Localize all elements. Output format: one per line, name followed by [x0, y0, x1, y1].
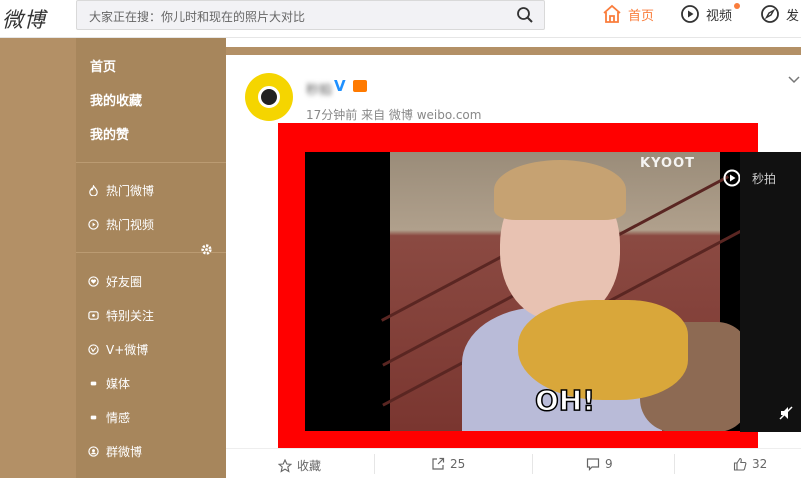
sidebar-item-group-weibo[interactable]: 群微博 [88, 443, 142, 460]
next-video-watermark: 秒拍 [752, 172, 777, 186]
video-caption: OH! [534, 383, 596, 418]
left-sidebar: 首页 我的收藏 我的赞 热门微博 热门视频 好友圈 特别关注 V+微博 媒体 情… [76, 38, 226, 478]
sidebar-divider [76, 162, 226, 163]
play-circle-icon [88, 219, 99, 230]
video-player[interactable]: OH! KYOOT [305, 152, 740, 431]
search-icon[interactable] [516, 6, 534, 28]
like-count: 32 [752, 457, 768, 471]
fire-icon [89, 185, 98, 196]
nav-discover[interactable]: 发 [760, 4, 799, 24]
post-meta: 17分钟前 来自 微博 weibo.com [306, 106, 481, 123]
post-action-bar: 收藏 25 9 32 [226, 448, 801, 478]
sidebar-item-friends[interactable]: 好友圈 [88, 273, 142, 290]
action-divider [532, 454, 533, 474]
verified-badge-icon: V [334, 77, 346, 95]
sidebar-item-media[interactable]: 媒体 [88, 375, 130, 392]
sidebar-item-label: 好友圈 [106, 275, 143, 289]
sidebar-item-emotion[interactable]: 情感 [88, 409, 130, 426]
sidebar-item-favorites[interactable]: 我的收藏 [90, 90, 142, 109]
v-plus-icon [88, 344, 99, 355]
sidebar-item-label: 情感 [106, 411, 131, 425]
video-watermark: KYOOT [640, 156, 695, 171]
video-icon [681, 5, 699, 23]
compass-icon [761, 5, 779, 23]
action-divider [674, 454, 675, 474]
sidebar-item-label: 特别关注 [106, 309, 155, 323]
nav-home-label: 首页 [628, 8, 655, 24]
group-icon [88, 446, 99, 457]
nav-home[interactable]: 首页 [602, 4, 654, 24]
miaopai-logo-icon [723, 169, 740, 187]
sidebar-item-label: 群微博 [106, 445, 143, 459]
star-icon [88, 311, 99, 320]
sidebar-item-hot-weibo[interactable]: 热门微博 [88, 182, 154, 199]
favorite-button[interactable]: 收藏 [278, 457, 321, 474]
sidebar-item-v-plus[interactable]: V+微博 [88, 341, 148, 358]
weibo-logo[interactable]: 微博 [2, 4, 46, 34]
post-time[interactable]: 17分钟前 [306, 108, 357, 122]
avatar[interactable] [245, 73, 293, 121]
repost-count: 25 [450, 457, 466, 471]
home-icon [603, 4, 621, 23]
sidebar-item-label: 媒体 [106, 377, 131, 391]
next-video-preview[interactable] [740, 152, 801, 432]
repost-button[interactable]: 25 [431, 457, 465, 471]
nav-video-label: 视频 [706, 8, 733, 24]
sidebar-item-likes[interactable]: 我的赞 [90, 124, 129, 143]
sidebar-item-hot-video[interactable]: 热门视频 [88, 216, 154, 233]
action-divider [374, 454, 375, 474]
sidebar-item-label: 热门微博 [106, 184, 155, 198]
level-badge-icon [353, 80, 367, 92]
sidebar-item-special-follow[interactable]: 特别关注 [88, 307, 154, 324]
notification-dot [734, 3, 740, 9]
mute-icon[interactable] [778, 405, 794, 421]
bullet-icon [90, 415, 97, 420]
sidebar-item-home[interactable]: 首页 [90, 56, 116, 75]
favorite-label: 收藏 [297, 459, 322, 473]
comment-count: 9 [605, 457, 613, 471]
comment-icon [586, 458, 600, 471]
previous-card-bottom [226, 38, 801, 47]
chevron-down-icon[interactable] [788, 75, 800, 85]
star-outline-icon [278, 458, 292, 473]
bullet-icon [90, 381, 97, 386]
post-username[interactable]: 秒拍 [306, 79, 332, 98]
top-navigation-bar: 微博 大家正在搜：你儿时和现在的照片大对比 首页 视频 发 [0, 0, 801, 38]
nav-discover-label: 发 [786, 8, 800, 24]
heart-icon [88, 276, 99, 287]
like-button[interactable]: 32 [733, 457, 767, 471]
comment-button[interactable]: 9 [586, 457, 613, 471]
thumbs-up-icon [733, 457, 747, 471]
gear-icon[interactable] [200, 243, 213, 256]
search-input[interactable]: 大家正在搜：你儿时和现在的照片大对比 [89, 8, 305, 25]
nav-video[interactable]: 视频 [680, 3, 740, 24]
sidebar-item-label: V+微博 [106, 343, 149, 357]
share-icon [432, 457, 445, 470]
search-box[interactable]: 大家正在搜：你儿时和现在的照片大对比 [76, 0, 545, 30]
post-source: 来自 微博 weibo.com [361, 108, 482, 122]
sidebar-item-label: 热门视频 [106, 218, 155, 232]
